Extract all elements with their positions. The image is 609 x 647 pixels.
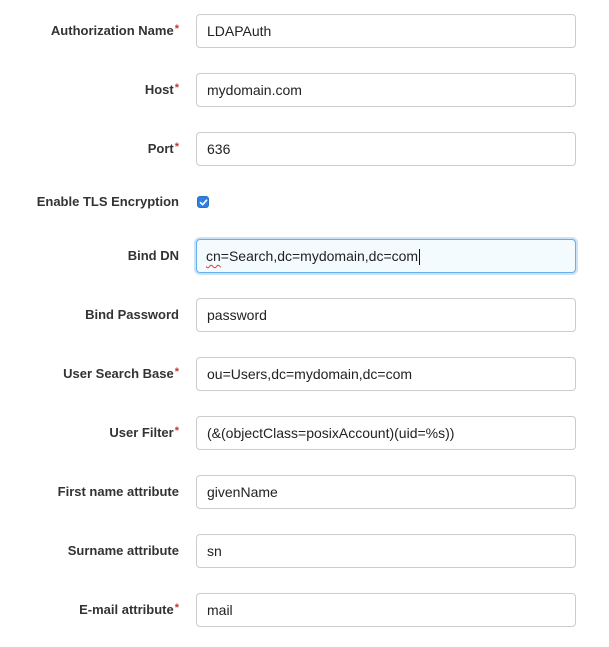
- form-row-bind-dn: Bind DN cn=Search,dc=mydomain,dc=com: [0, 239, 609, 273]
- port-label-text: Port: [147, 141, 174, 156]
- form-row-authorization-name: Authorization Name*: [0, 14, 609, 48]
- form-row-user-filter: User Filter*: [0, 416, 609, 450]
- email-attribute-label-text: E-mail attribute: [79, 602, 174, 617]
- surname-attribute-input[interactable]: [196, 534, 576, 568]
- port-input[interactable]: [196, 132, 576, 166]
- bind-dn-label-text: Bind DN: [127, 248, 179, 263]
- user-search-base-label-text: User Search Base: [63, 366, 174, 381]
- required-marker: *: [174, 23, 179, 35]
- form-row-user-search-base: User Search Base*: [0, 357, 609, 391]
- required-marker: *: [174, 425, 179, 437]
- checkmark-icon: [199, 199, 208, 206]
- email-attribute-label: E-mail attribute*: [79, 593, 179, 627]
- form-row-host: Host*: [0, 73, 609, 107]
- required-marker: *: [174, 366, 179, 378]
- user-search-base-label: User Search Base*: [63, 357, 179, 391]
- host-input[interactable]: [196, 73, 576, 107]
- required-marker: *: [174, 141, 179, 153]
- port-label: Port*: [148, 132, 179, 166]
- required-marker: *: [174, 82, 179, 94]
- user-search-base-input[interactable]: [196, 357, 576, 391]
- form-row-email-attribute: E-mail attribute*: [0, 593, 609, 627]
- authorization-name-label: Authorization Name*: [51, 14, 179, 48]
- form-row-surname-attribute: Surname attribute: [0, 534, 609, 568]
- form-row-enable-tls: Enable TLS Encryption: [0, 185, 609, 219]
- first-name-attribute-label-text: First name attribute: [57, 484, 179, 499]
- email-attribute-input[interactable]: [196, 593, 576, 627]
- enable-tls-label-text: Enable TLS Encryption: [36, 194, 179, 209]
- bind-dn-input[interactable]: [196, 239, 576, 273]
- host-label-text: Host: [144, 82, 174, 97]
- form-row-bind-password: Bind Password: [0, 298, 609, 332]
- bind-dn-label: Bind DN: [128, 239, 179, 273]
- surname-attribute-label-text: Surname attribute: [67, 543, 179, 558]
- bind-password-input[interactable]: [196, 298, 576, 332]
- user-filter-input[interactable]: [196, 416, 576, 450]
- first-name-attribute-label: First name attribute: [58, 475, 179, 509]
- authorization-name-input[interactable]: [196, 14, 576, 48]
- authorization-name-label-text: Authorization Name: [50, 23, 174, 38]
- surname-attribute-label: Surname attribute: [68, 534, 179, 568]
- form-row-first-name-attribute: First name attribute: [0, 475, 609, 509]
- user-filter-label-text: User Filter: [109, 425, 174, 440]
- bind-password-label: Bind Password: [85, 298, 179, 332]
- bind-password-label-text: Bind Password: [85, 307, 179, 322]
- first-name-attribute-input[interactable]: [196, 475, 576, 509]
- host-label: Host*: [145, 73, 179, 107]
- user-filter-label: User Filter*: [109, 416, 179, 450]
- required-marker: *: [174, 602, 179, 614]
- enable-tls-label: Enable TLS Encryption: [37, 185, 179, 219]
- enable-tls-checkbox[interactable]: [197, 196, 209, 208]
- form-row-port: Port*: [0, 132, 609, 166]
